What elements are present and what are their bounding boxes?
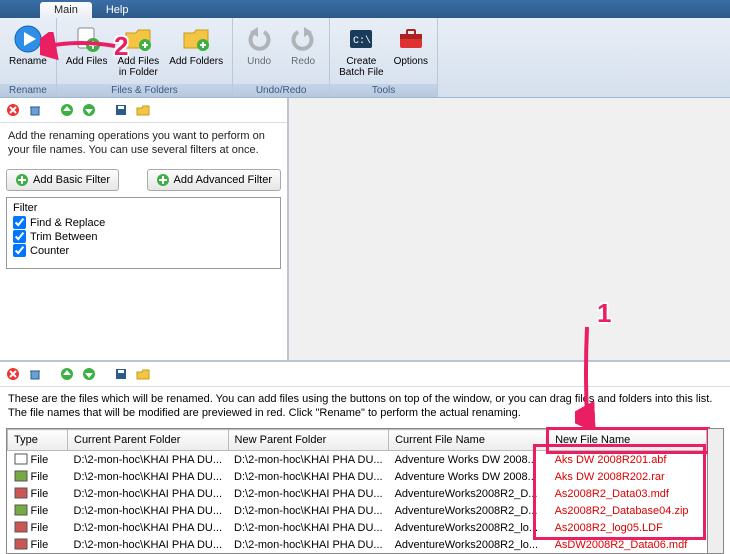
- toolbox-icon: [395, 23, 427, 55]
- file-list-section: These are the files which will be rename…: [0, 360, 730, 554]
- filters-panel: Add the renaming operations you want to …: [0, 98, 289, 360]
- save-icon[interactable]: [112, 365, 130, 383]
- save-icon[interactable]: [112, 101, 130, 119]
- add-basic-filter-label: Add Basic Filter: [33, 174, 110, 186]
- col-new-parent[interactable]: New Parent Folder: [228, 430, 389, 451]
- open-folder-icon[interactable]: [134, 101, 152, 119]
- folder-plus-icon: [180, 23, 212, 55]
- add-advanced-filter-button[interactable]: Add Advanced Filter: [147, 169, 281, 191]
- ribbon-group-tools: C:\ Create Batch File Options Tools: [330, 18, 438, 97]
- ribbon: Rename Rename Add Files Add Files in Fol…: [0, 18, 730, 98]
- table-row[interactable]: FileD:\2-mon-hoc\KHAI PHA DU...D:\2-mon-…: [8, 502, 707, 519]
- filter-checkbox[interactable]: Trim Between: [13, 230, 274, 243]
- filter-label: Find & Replace: [30, 217, 105, 229]
- terminal-icon: C:\: [345, 23, 377, 55]
- open-folder-icon[interactable]: [134, 365, 152, 383]
- add-basic-filter-button[interactable]: Add Basic Filter: [6, 169, 119, 191]
- undo-icon: [243, 23, 275, 55]
- delete-icon[interactable]: [4, 365, 22, 383]
- col-current-parent[interactable]: Current Parent Folder: [68, 430, 229, 451]
- table-row[interactable]: FileD:\2-mon-hoc\KHAI PHA DU...D:\2-mon-…: [8, 485, 707, 502]
- add-files-label: Add Files: [66, 56, 108, 67]
- rename-button-label: Rename: [9, 56, 47, 67]
- table-row[interactable]: FileD:\2-mon-hoc\KHAI PHA DU...D:\2-mon-…: [8, 468, 707, 485]
- filters-hint: Add the renaming operations you want to …: [0, 123, 287, 163]
- col-type[interactable]: Type: [8, 430, 68, 451]
- create-batch-button[interactable]: C:\ Create Batch File: [334, 20, 388, 84]
- redo-icon: [287, 23, 319, 55]
- redo-label: Redo: [291, 56, 315, 67]
- filter-header: Filter: [13, 202, 274, 214]
- play-icon: [12, 23, 44, 55]
- ribbon-group-rename: Rename Rename: [0, 18, 57, 97]
- annotation-number-2: 2: [114, 31, 128, 62]
- trash-icon[interactable]: [26, 101, 44, 119]
- ribbon-group-label: Undo/Redo: [233, 84, 329, 97]
- trash-icon[interactable]: [26, 365, 44, 383]
- ribbon-group-files: Add Files Add Files in Folder Add Folder…: [57, 18, 233, 97]
- preview-panel: [289, 98, 730, 360]
- scrollbar[interactable]: [708, 428, 724, 554]
- filter-label: Counter: [30, 245, 69, 257]
- add-advanced-filter-label: Add Advanced Filter: [174, 174, 272, 186]
- filter-label: Trim Between: [30, 231, 97, 243]
- checkbox[interactable]: [13, 216, 26, 229]
- filter-checkbox[interactable]: Find & Replace: [13, 216, 274, 229]
- undo-button[interactable]: Undo: [237, 20, 281, 84]
- annotation-number-1: 1: [597, 298, 611, 329]
- create-batch-label: Create Batch File: [339, 56, 383, 78]
- add-folders-button[interactable]: Add Folders: [164, 20, 228, 84]
- svg-text:C:\: C:\: [353, 35, 371, 47]
- table-row[interactable]: FileD:\2-mon-hoc\KHAI PHA DU...D:\2-mon-…: [8, 519, 707, 536]
- plus-icon: [15, 173, 29, 187]
- redo-button[interactable]: Redo: [281, 20, 325, 84]
- ribbon-group-undo: Undo Redo Undo/Redo: [233, 18, 330, 97]
- ribbon-group-label: Tools: [330, 84, 437, 97]
- table-row[interactable]: FileD:\2-mon-hoc\KHAI PHA DU...D:\2-mon-…: [8, 451, 707, 469]
- ribbon-group-label: Files & Folders: [57, 84, 232, 97]
- undo-label: Undo: [247, 56, 271, 67]
- rename-button[interactable]: Rename: [4, 20, 52, 84]
- plus-icon: [156, 173, 170, 187]
- file-plus-icon: [71, 23, 103, 55]
- file-grid[interactable]: Type Current Parent Folder New Parent Fo…: [6, 428, 708, 554]
- tab-main[interactable]: Main: [40, 2, 92, 18]
- ribbon-group-label: Rename: [0, 84, 56, 97]
- col-current-file[interactable]: Current File Name: [389, 430, 549, 451]
- move-up-icon[interactable]: [58, 365, 76, 383]
- move-down-icon[interactable]: [80, 101, 98, 119]
- add-folders-label: Add Folders: [169, 56, 223, 67]
- col-new-file[interactable]: New File Name: [549, 430, 707, 451]
- filter-checkbox[interactable]: Counter: [13, 244, 274, 257]
- options-label: Options: [394, 56, 428, 67]
- move-down-icon[interactable]: [80, 365, 98, 383]
- table-row[interactable]: FileD:\2-mon-hoc\KHAI PHA DU...D:\2-mon-…: [8, 536, 707, 553]
- add-files-button[interactable]: Add Files: [61, 20, 113, 84]
- filters-toolbar: [0, 98, 287, 123]
- delete-icon[interactable]: [4, 101, 22, 119]
- checkbox[interactable]: [13, 244, 26, 257]
- file-list-hint: These are the files which will be rename…: [0, 387, 730, 428]
- checkbox[interactable]: [13, 230, 26, 243]
- options-button[interactable]: Options: [389, 20, 433, 84]
- move-up-icon[interactable]: [58, 101, 76, 119]
- tab-help[interactable]: Help: [92, 2, 143, 18]
- filter-list: Filter Find & Replace Trim Between Count…: [6, 197, 281, 269]
- tab-strip: Main Help: [0, 0, 730, 18]
- file-list-toolbar: [0, 362, 730, 387]
